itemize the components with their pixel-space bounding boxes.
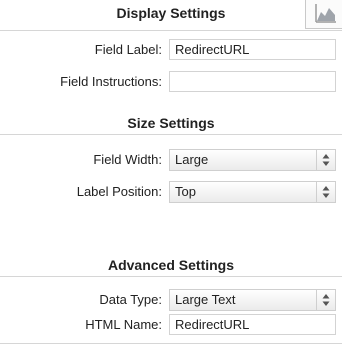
display-settings-heading: Display Settings [116,5,226,21]
up-down-arrows-icon[interactable] [316,182,335,202]
field-width-select[interactable]: Large [169,149,336,171]
data-type-label: Data Type: [99,292,162,307]
field-label-input[interactable] [169,39,336,60]
field-instructions-input[interactable] [169,71,336,92]
up-down-arrows-icon[interactable] [316,290,335,310]
size-settings-heading: Size Settings [127,115,215,131]
label-position-label: Label Position: [76,184,162,199]
data-type-value: Large Text [175,292,236,307]
field-label-label: Field Label: [94,42,162,57]
divider [0,343,342,344]
divider [0,30,342,31]
field-width-value: Large [175,152,209,167]
data-type-select[interactable]: Large Text [169,289,336,311]
up-down-arrows-icon[interactable] [316,150,335,170]
advanced-settings-heading: Advanced Settings [107,257,235,273]
field-instructions-label: Field Instructions: [60,74,162,89]
html-name-input[interactable] [169,314,336,335]
label-position-value: Top [175,184,196,199]
field-settings-panel: Display Settings Field Label: Field Inst… [0,0,342,346]
html-name-label: HTML Name: [85,317,162,332]
label-position-select[interactable]: Top [169,181,336,203]
field-width-label: Field Width: [93,152,162,167]
divider [0,134,342,135]
divider [0,276,342,277]
